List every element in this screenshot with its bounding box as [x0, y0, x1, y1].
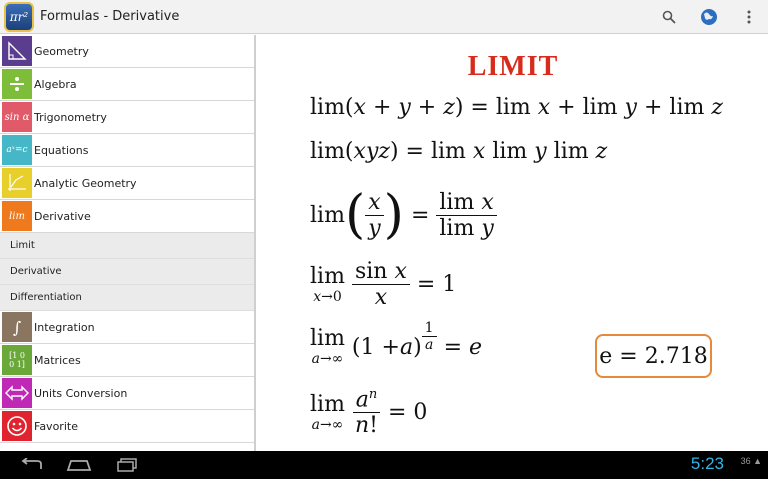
sidebar-item-algebra[interactable]: Algebra	[0, 68, 254, 101]
triangle-icon	[2, 36, 32, 66]
sidebar-item-label: Favorite	[34, 419, 78, 433]
globe-icon[interactable]	[700, 8, 718, 26]
arrows-icon	[2, 378, 32, 408]
sidebar-item-geometry[interactable]: Geometry	[0, 35, 254, 68]
sidebar-item-derivative[interactable]: lim Derivative	[0, 200, 254, 233]
sidebar-subitem-derivative[interactable]: Derivative	[0, 259, 254, 285]
sidebar-item-trigonometry[interactable]: sin α Trigonometry	[0, 101, 254, 134]
sin-icon: sin α	[2, 102, 32, 132]
recent-apps-icon[interactable]	[110, 455, 144, 475]
sidebar-item-label: Units Conversion	[34, 386, 128, 400]
home-icon[interactable]	[62, 455, 96, 475]
formula-e-limit: lim a→∞ (1 + a) 1 a = e	[310, 319, 483, 367]
overflow-menu-icon[interactable]	[740, 8, 758, 26]
sidebar-item-equations[interactable]: aˣ=c Equations	[0, 134, 254, 167]
sidebar-subitem-limit[interactable]: Limit	[0, 233, 254, 259]
formula-power-factorial: lim a→∞ an n! = 0	[310, 387, 428, 439]
formula-sinx-over-x: lim x→0 sin xx = 1	[310, 259, 457, 310]
integral-icon: ∫	[2, 312, 32, 342]
sidebar-item-analytic-geometry[interactable]: Analytic Geometry	[0, 167, 254, 200]
e-constant-badge: e = 2.718	[595, 334, 712, 378]
system-navigation-bar: 5:23 36 ▲	[0, 451, 768, 479]
search-icon[interactable]	[660, 8, 678, 26]
equation-icon: aˣ=c	[2, 135, 32, 165]
formula-limit-sum: lim(x + y + z) = lim x + lim y + lim z	[310, 95, 723, 120]
matrix-icon: [1 00 1]	[2, 345, 32, 375]
back-icon[interactable]	[14, 455, 48, 475]
sidebar-item-label: Derivative	[34, 209, 91, 223]
sidebar-item-matrices[interactable]: [1 00 1] Matrices	[0, 344, 254, 377]
sidebar-item-favorite[interactable]: Favorite	[0, 410, 254, 443]
sidebar-item-label: Matrices	[34, 353, 81, 367]
lim-icon: lim	[2, 201, 32, 231]
sidebar: Geometry Algebra sin α Trigonometry aˣ=c…	[0, 35, 256, 451]
sidebar-item-label: Trigonometry	[34, 110, 107, 124]
app-title: Formulas - Derivative	[40, 9, 180, 24]
signal-status[interactable]: 36 ▲	[741, 456, 762, 466]
sidebar-item-label: Algebra	[34, 77, 77, 91]
sidebar-item-label: Geometry	[34, 44, 89, 58]
sidebar-item-label: Equations	[34, 143, 89, 157]
clock[interactable]: 5:23	[691, 454, 724, 474]
sidebar-item-units-conversion[interactable]: Units Conversion	[0, 377, 254, 410]
sidebar-item-label: Analytic Geometry	[34, 176, 137, 190]
graph-icon	[2, 168, 32, 198]
sidebar-item-integration[interactable]: ∫ Integration	[0, 311, 254, 344]
formula-limit-product: lim(xyz) = lim x lim y lim z	[310, 139, 608, 164]
smiley-icon	[2, 411, 32, 441]
action-bar: πr² Formulas - Derivative	[0, 0, 768, 34]
formula-limit-quotient: lim(x y) = lim x lim y	[310, 175, 497, 255]
page-title: LIMIT	[467, 51, 559, 82]
division-icon	[2, 69, 32, 99]
app-logo-icon[interactable]: πr²	[4, 1, 34, 32]
sidebar-subitem-differentiation[interactable]: Differentiation	[0, 285, 254, 311]
sidebar-item-label: Integration	[34, 320, 95, 334]
formula-panel: LIMIT lim(x + y + z) = lim x + lim y + l…	[258, 35, 768, 451]
